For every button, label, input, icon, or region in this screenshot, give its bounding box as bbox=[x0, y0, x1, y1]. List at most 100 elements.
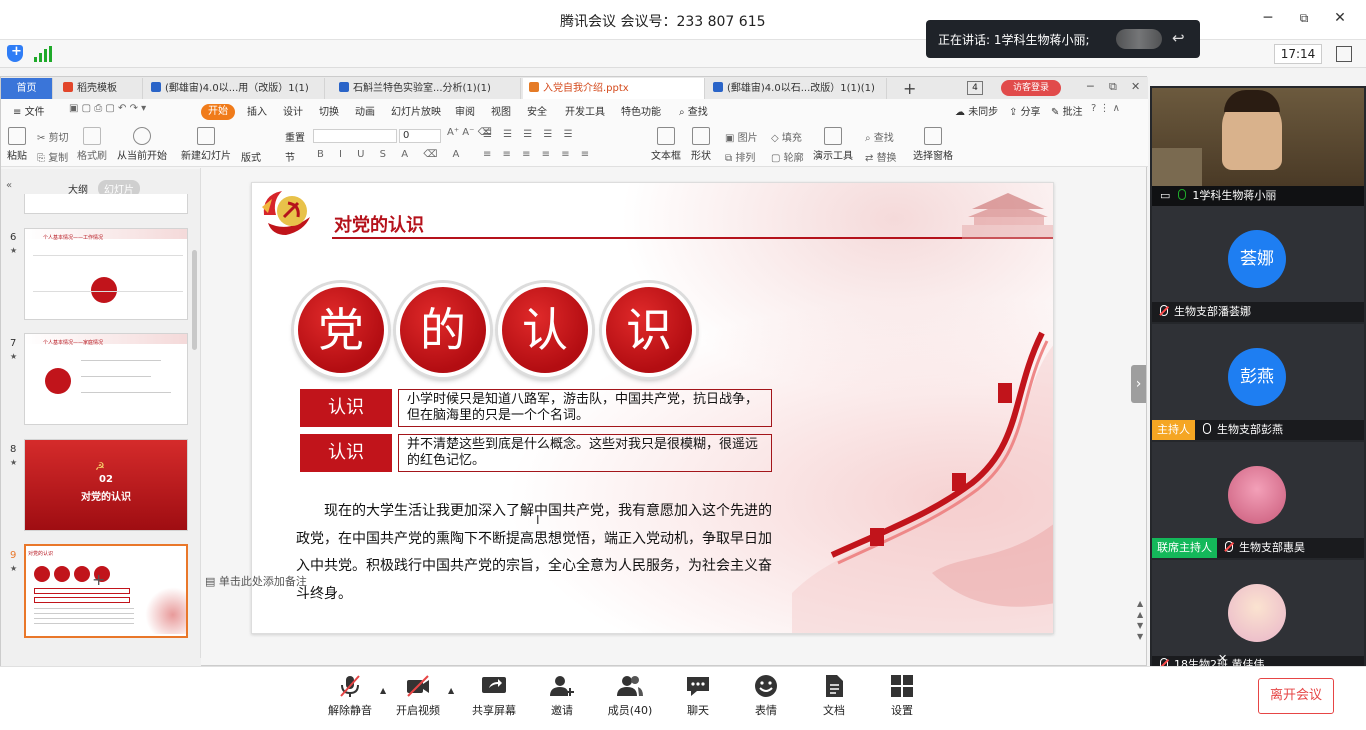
thumbnail-scrollbar[interactable] bbox=[192, 250, 197, 350]
menu-file[interactable]: ≡ 文件 bbox=[13, 103, 45, 118]
settings-button[interactable]: 设置 bbox=[872, 674, 932, 718]
visitor-login-button[interactable]: 访客登录 bbox=[1001, 80, 1061, 96]
recognition-label-1: 认识 bbox=[300, 389, 392, 427]
party-emblem-icon: ☭ bbox=[95, 460, 105, 473]
menu-transition[interactable]: 切换 bbox=[319, 103, 339, 118]
section-button[interactable]: 节 bbox=[285, 149, 295, 164]
slide-thumbnail-6[interactable]: 个人基本情况——工作情况 bbox=[24, 228, 188, 320]
play-icon bbox=[133, 127, 151, 145]
font-name-input[interactable] bbox=[313, 129, 397, 143]
find-button[interactable]: ⌕ 查找 bbox=[865, 129, 894, 144]
menu-slideshow[interactable]: 幻灯片放映 bbox=[391, 103, 441, 118]
unmute-button[interactable]: 解除静音 bbox=[320, 674, 380, 718]
fullscreen-icon[interactable] bbox=[1336, 46, 1352, 62]
collapse-down-icon[interactable]: ✕ bbox=[1218, 652, 1228, 665]
tab-count-badge[interactable]: 4 bbox=[967, 81, 983, 95]
textbox-button[interactable]: 文本框 bbox=[651, 127, 681, 162]
shape-button[interactable]: 形状 bbox=[691, 127, 711, 162]
quick-access-icons[interactable]: ▣ ▢ ⎙ ▢ ↶ ↷ ▾ bbox=[69, 103, 146, 114]
chat-button[interactable]: 聊天 bbox=[668, 674, 728, 718]
network-signal-icon[interactable] bbox=[34, 46, 52, 62]
menu-review[interactable]: 审阅 bbox=[455, 103, 475, 118]
participant-tile[interactable] bbox=[1152, 560, 1364, 656]
menu-animation[interactable]: 动画 bbox=[355, 103, 375, 118]
align-icons[interactable]: ≡ ≡ ≡ ≡ ≡ ≡ bbox=[483, 149, 593, 160]
menu-start[interactable]: 开始 bbox=[201, 104, 235, 120]
emoji-button[interactable]: 表情 bbox=[736, 674, 796, 718]
menu-special[interactable]: 特色功能 bbox=[621, 103, 661, 118]
collapse-panel-icon[interactable]: « bbox=[6, 180, 12, 191]
replace-button[interactable]: ⇄ 替换 bbox=[865, 149, 897, 164]
play-from-current-button[interactable]: 从当前开始 bbox=[117, 127, 167, 162]
share-screen-button[interactable]: 共享屏幕 bbox=[464, 674, 524, 718]
tab-word-doc-1[interactable]: (郵雄宙)4.0以...用（改版）1(1) bbox=[145, 78, 325, 99]
members-button[interactable]: 成员(40) bbox=[600, 674, 660, 718]
title-divider bbox=[332, 237, 1053, 239]
layout-button[interactable]: 版式 bbox=[241, 149, 261, 164]
textbox-icon bbox=[657, 127, 675, 145]
security-shield-icon[interactable] bbox=[7, 44, 23, 62]
slide-thumbnail-8[interactable]: ☭ 02 对党的认识 bbox=[24, 439, 188, 531]
menu-insert[interactable]: 插入 bbox=[247, 103, 267, 118]
start-video-button[interactable]: 开启视频 bbox=[388, 674, 448, 718]
documents-button[interactable]: 文档 bbox=[804, 674, 864, 718]
arrange-button[interactable]: ⧉ 排列 bbox=[725, 149, 755, 164]
share-button[interactable]: ⇪ 分享 bbox=[1009, 103, 1041, 118]
menu-view[interactable]: 视图 bbox=[491, 103, 511, 118]
slide-thumbnail-7[interactable]: 个人基本情况——家庭情况 bbox=[24, 333, 188, 425]
wps-restore-icon[interactable]: ⧉ bbox=[1109, 80, 1121, 94]
sync-status[interactable]: ☁ 未同步 bbox=[955, 103, 998, 118]
slide-thumbnail-9-selected[interactable]: 对党的认识 bbox=[24, 544, 188, 638]
tab-word-doc-3[interactable]: (郵雄宙)4.0以石...改版）1(1)(1) bbox=[707, 78, 887, 99]
close-icon[interactable]: ✕ bbox=[1332, 10, 1348, 26]
wps-close-icon[interactable]: ✕ bbox=[1131, 80, 1143, 93]
slide-scroll-controls[interactable]: ▲ ▲ ▼ ▼ bbox=[1137, 598, 1143, 642]
outline-button[interactable]: ▢ 轮廓 bbox=[771, 149, 804, 164]
slide-number: 7 bbox=[10, 338, 17, 349]
fill-button[interactable]: ◇ 填充 bbox=[771, 129, 802, 144]
font-size-input[interactable]: 0 bbox=[399, 129, 441, 143]
next-slide-arrow-icon[interactable]: › bbox=[1131, 365, 1146, 403]
tab-word-doc-2[interactable]: 石斛兰特色实验室...分析(1)(1) bbox=[333, 78, 521, 99]
share-screen-icon bbox=[482, 677, 506, 693]
tab-active-pptx[interactable]: 入党自我介绍.pptx bbox=[523, 78, 705, 99]
menu-search[interactable]: ⌕ 查找 bbox=[679, 103, 708, 118]
slide-thumbnail-partial[interactable] bbox=[24, 194, 188, 214]
wps-minimize-icon[interactable]: ─ bbox=[1087, 80, 1099, 93]
paste-button[interactable]: 粘贴 bbox=[7, 127, 27, 162]
invite-button[interactable]: 邀请 bbox=[532, 674, 592, 718]
slide-star-icon: ★ bbox=[10, 458, 18, 467]
presentation-tools-button[interactable]: 演示工具 bbox=[813, 127, 853, 162]
help-icon[interactable]: ? ⋮ ∧ bbox=[1091, 103, 1120, 114]
copy-button[interactable]: ⎘ 复制 bbox=[37, 149, 68, 164]
participant-video-tile[interactable] bbox=[1152, 88, 1364, 186]
picture-button[interactable]: ▣ 图片 bbox=[725, 129, 758, 144]
tab-home[interactable]: 首页 bbox=[1, 78, 53, 99]
add-tab-icon[interactable]: + bbox=[903, 79, 919, 98]
meeting-title: 腾讯会议 会议号：233 807 615 bbox=[560, 14, 766, 30]
tab-docer-templates[interactable]: 稻壳模板 bbox=[57, 78, 143, 99]
notes-area[interactable]: ▤ 单击此处添加备注 bbox=[205, 573, 307, 589]
slide-canvas[interactable]: 对党的认识 党 的 认 识 认识 小学时候只是知道八路军，游击队，中国共产党，抗… bbox=[251, 182, 1054, 634]
add-slide-icon[interactable]: + bbox=[92, 570, 105, 589]
shape-icon bbox=[692, 127, 710, 145]
menu-design[interactable]: 设计 bbox=[283, 103, 303, 118]
font-style-icons[interactable]: B I U S A ⌫ A bbox=[317, 149, 465, 160]
paragraph-icons[interactable]: ☰ ☰ ☰ ☰ ☰ bbox=[483, 129, 577, 140]
comment-button[interactable]: ✎ 批注 bbox=[1051, 103, 1083, 118]
selection-pane-button[interactable]: 选择窗格 bbox=[913, 127, 953, 162]
video-options-caret-icon[interactable]: ▲ bbox=[448, 686, 458, 695]
restore-icon[interactable]: ⧉ bbox=[1296, 10, 1312, 26]
undo-icon[interactable]: ↩ bbox=[1172, 29, 1192, 49]
reset-button[interactable]: 重置 bbox=[285, 129, 305, 144]
cut-button[interactable]: ✂ 剪切 bbox=[37, 129, 69, 144]
new-slide-button[interactable]: 新建幻灯片 bbox=[181, 127, 231, 162]
menu-security[interactable]: 安全 bbox=[527, 103, 547, 118]
slide-star-icon: ★ bbox=[10, 246, 18, 255]
leave-meeting-button[interactable]: 离开会议 bbox=[1258, 678, 1334, 714]
minimize-icon[interactable]: ─ bbox=[1260, 10, 1276, 26]
ribbon-toolbar: 粘贴 ✂ 剪切 ⎘ 复制 格式刷 从当前开始 新建幻灯片 版式 重置 节 0 A… bbox=[1, 123, 1148, 167]
format-painter-button[interactable]: 格式刷 bbox=[77, 127, 107, 162]
menu-developer[interactable]: 开发工具 bbox=[565, 103, 605, 118]
slide-title: 对党的认识 bbox=[334, 215, 424, 236]
